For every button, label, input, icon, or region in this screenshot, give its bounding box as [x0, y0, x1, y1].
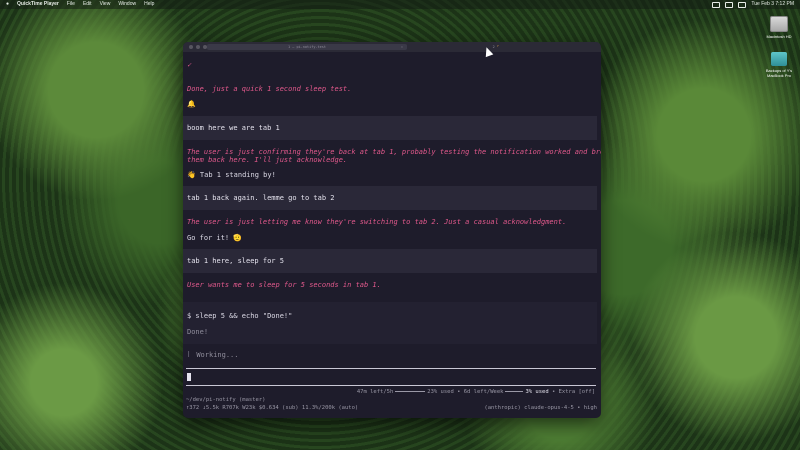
- working-indicator: ⠇ Working...: [187, 351, 239, 359]
- menu-file[interactable]: File: [67, 0, 75, 9]
- control-center-icon[interactable]: [738, 1, 747, 8]
- user-message-text: tab 1 back again. lemme go to tab 2: [187, 194, 335, 202]
- battery-icon[interactable]: [712, 1, 721, 8]
- tab-2[interactable]: 2 ⠋: [411, 44, 581, 50]
- menu-status-area: Tue Feb 3 7:12 PM: [712, 0, 794, 9]
- token-stats: ↑372 ↓5.5k R707k W23k $0.634 (sub) 11.3%…: [186, 405, 359, 411]
- tab-close-icon[interactable]: ×: [401, 44, 403, 50]
- menu-bar: ● QuickTime Player File Edit View Window…: [0, 0, 800, 9]
- transcript[interactable]: ✓ Done, just a quick 1 second sleep test…: [183, 52, 601, 418]
- menu-edit[interactable]: Edit: [83, 0, 92, 9]
- user-message: tab 1 back again. lemme go to tab 2: [183, 186, 597, 210]
- wifi-icon[interactable]: [725, 1, 734, 8]
- tab-activity-spinner-icon: ⠋: [496, 45, 500, 49]
- desktop-icon-label: Backups of Y's MacBook Pro: [765, 68, 793, 78]
- bash-output: Done!: [187, 328, 209, 336]
- input-divider: [186, 385, 596, 386]
- user-message: tab 1 here, sleep for 5: [183, 249, 597, 273]
- menu-clock[interactable]: Tue Feb 3 7:12 PM: [751, 0, 794, 9]
- usage-5h: 47m left/5h: [356, 389, 394, 395]
- thinking-text: Done, just a quick 1 second sleep test.: [187, 85, 352, 93]
- terminal-window: 1 — pi-notify-test × 2 ⠋ ✓ Done, just a …: [183, 42, 601, 418]
- assistant-reply: 👋 Tab 1 standing by!: [187, 171, 276, 179]
- menu-view[interactable]: View: [100, 0, 111, 9]
- input-divider: [186, 368, 596, 369]
- user-message: boom here we are tab 1: [183, 116, 597, 140]
- window-titlebar[interactable]: 1 — pi-notify-test × 2 ⠋: [183, 42, 601, 52]
- user-message-text: boom here we are tab 1: [187, 124, 280, 132]
- cwd-line: ~/dev/pi-notify (master): [186, 397, 266, 403]
- usage-line: 47m left/5h 23% used • 6d left/Week 3% use…: [357, 389, 595, 395]
- app-menu[interactable]: QuickTime Player: [17, 0, 59, 9]
- menu-help[interactable]: Help: [144, 0, 154, 9]
- desktop-icon-label: Macintosh HD: [766, 34, 792, 39]
- usage-week: 23% used • 6d left/Week: [427, 389, 504, 395]
- desktop-icon-backups[interactable]: Backups of Y's MacBook Pro: [759, 52, 799, 78]
- user-message-text: tab 1 here, sleep for 5: [187, 257, 284, 265]
- usage-extra: • Extra [off]: [551, 389, 595, 395]
- backup-drive-icon: [771, 52, 787, 66]
- usage-week-bar: [505, 391, 524, 392]
- minimize-window-button[interactable]: [196, 45, 200, 49]
- usage-5h-bar: [395, 391, 426, 392]
- apple-menu-icon[interactable]: ●: [5, 0, 10, 9]
- assistant-reply: 🔔: [187, 100, 196, 108]
- bash-command: $ sleep 5 && echo "Done!": [187, 312, 293, 320]
- thinking-text: them back here. I'll just acknowledge.: [187, 156, 348, 164]
- thinking-text: User wants me to sleep for 5 seconds in …: [187, 281, 381, 289]
- usage-used: 3% used: [525, 389, 549, 395]
- thinking-text: The user is just confirming they're back…: [187, 148, 601, 156]
- close-window-button[interactable]: [189, 45, 193, 49]
- input-cursor[interactable]: [187, 373, 191, 381]
- desktop-icon-macintosh-hd[interactable]: Macintosh HD: [759, 16, 799, 39]
- tab-1[interactable]: 1 — pi-notify-test ×: [207, 44, 407, 50]
- menu-window[interactable]: Window: [118, 0, 136, 9]
- check-mark-icon: ✓: [187, 61, 192, 69]
- model-label: (anthropic) claude-opus-4-5 • high: [484, 405, 597, 411]
- hard-drive-icon: [770, 16, 788, 32]
- assistant-reply: Go for it! 🫡: [187, 234, 243, 242]
- bash-block: $ sleep 5 && echo "Done!" Done!: [183, 302, 597, 344]
- thinking-text: The user is just letting me know they're…: [187, 218, 567, 226]
- tab-1-label: 1 — pi-notify-test: [288, 45, 326, 49]
